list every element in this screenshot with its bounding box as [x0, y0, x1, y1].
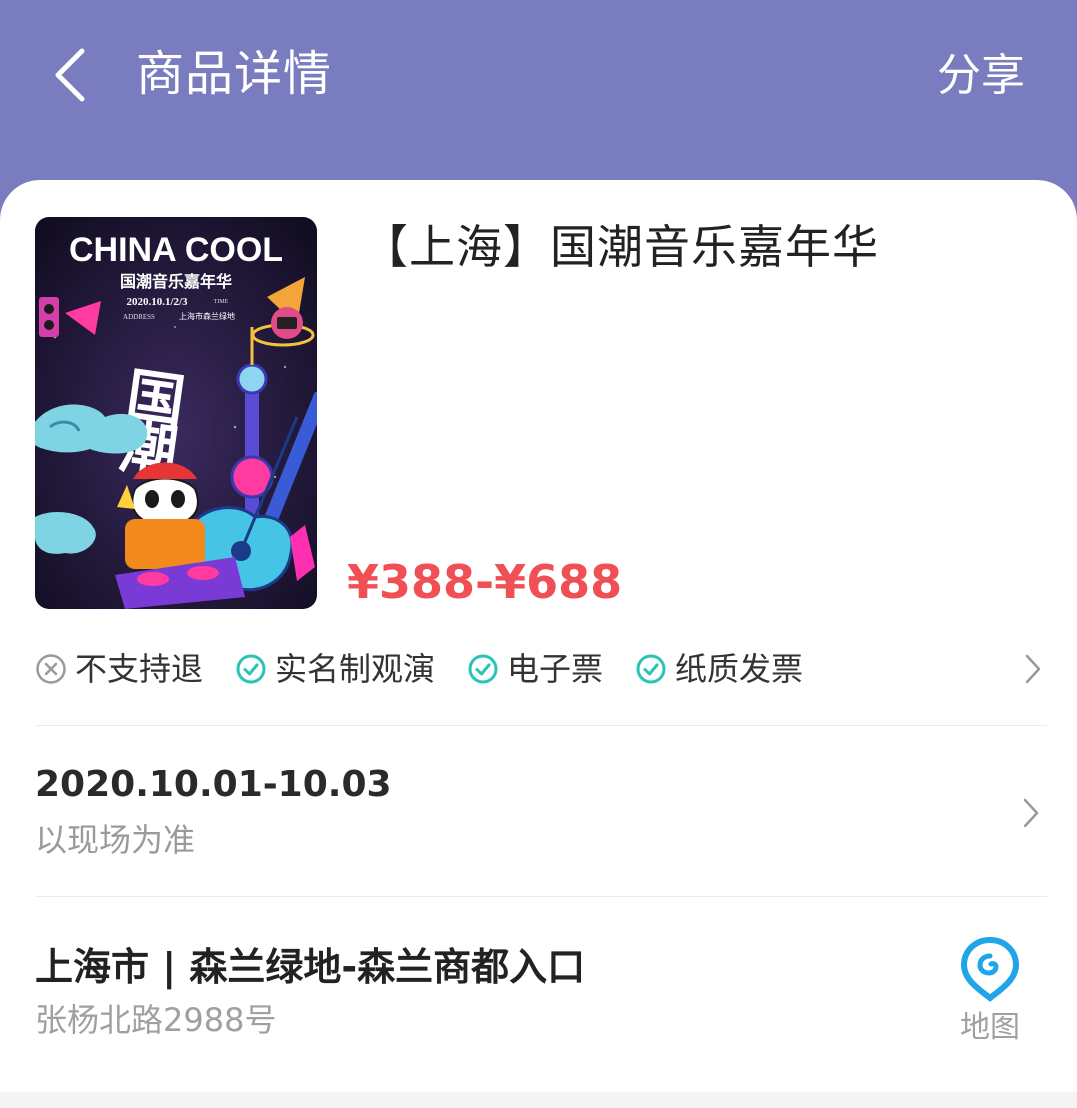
check-circle-icon	[635, 653, 667, 685]
tag-paper-invoice: 纸质发票	[635, 649, 803, 689]
price-range: ¥388-¥688	[347, 555, 623, 609]
tag-real-name: 实名制观演	[235, 649, 435, 689]
schedule-row[interactable]: 2020.10.01-10.03 以现场为准	[0, 726, 1077, 896]
venue-address: 张杨北路2988号	[35, 1001, 277, 1039]
product-detail-card: CHINA COOL 国潮音乐嘉年华 2020.10.1/2/3 TIME AD…	[0, 180, 1077, 1092]
poster-headline: CHINA COOL	[69, 231, 283, 269]
event-poster-image[interactable]: CHINA COOL 国潮音乐嘉年华 2020.10.1/2/3 TIME AD…	[35, 217, 317, 609]
tag-no-refund: 不支持退	[35, 649, 203, 689]
poster-address: 上海市森兰绿地	[179, 311, 235, 321]
tag-label: 电子票	[507, 650, 604, 688]
event-title: 【上海】国潮音乐嘉年华	[362, 220, 879, 274]
venue-row: 上海市 | 森兰绿地-森兰商都入口 张杨北路2988号 地图	[0, 896, 1077, 1092]
check-circle-icon	[467, 653, 499, 685]
page-title: 商品详情	[136, 46, 333, 102]
tag-label: 实名制观演	[275, 650, 436, 688]
tag-e-ticket: 电子票	[467, 649, 603, 689]
chevron-left-icon	[55, 48, 85, 102]
share-button[interactable]: 分享	[937, 46, 1025, 106]
event-date-note: 以现场为准	[35, 821, 196, 859]
chevron-right-icon	[1021, 796, 1041, 830]
map-pin-icon	[960, 936, 1020, 1002]
poster-time-label: TIME	[214, 299, 229, 305]
poster-address-label: ADDRESS	[123, 313, 155, 321]
venue-name: 上海市 | 森兰绿地-森兰商都入口	[35, 945, 586, 989]
map-label: 地图	[960, 1010, 1020, 1045]
check-circle-icon	[235, 653, 267, 685]
poster-dates: 2020.10.1/2/3	[126, 296, 188, 308]
chevron-right-icon	[1023, 652, 1043, 686]
poster-subtitle: 国潮音乐嘉年华	[120, 272, 232, 291]
x-circle-icon	[35, 653, 67, 685]
ticket-policy-tags[interactable]: 不支持退 实名制观演 电子票 纸质发票	[35, 636, 1047, 702]
back-button[interactable]	[40, 40, 100, 110]
map-button[interactable]: 地图	[948, 936, 1032, 1052]
event-date-range: 2020.10.01-10.03	[35, 764, 392, 805]
tag-label: 纸质发票	[675, 650, 804, 688]
tag-label: 不支持退	[75, 650, 204, 688]
